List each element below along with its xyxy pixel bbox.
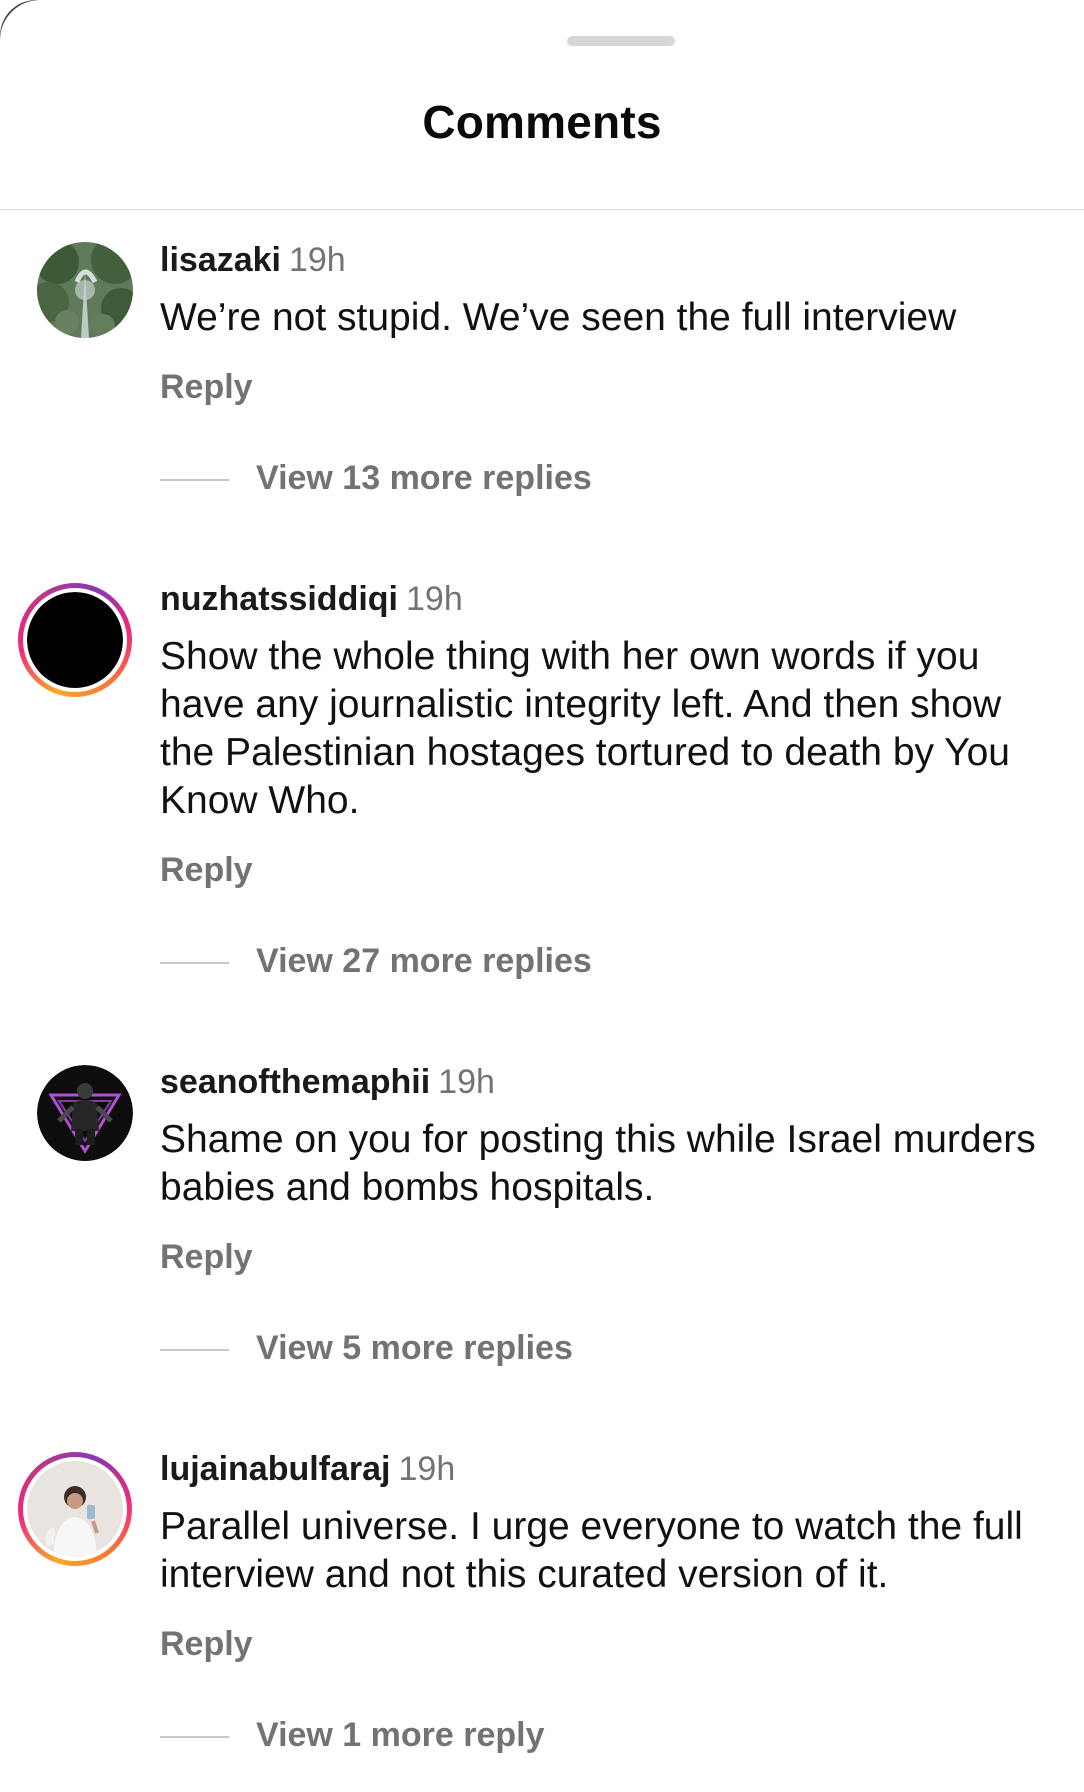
comment-meta: lujainabulfaraj 19h [160,1449,455,1489]
drag-handle[interactable] [567,36,675,46]
avatar[interactable] [37,242,133,338]
username[interactable]: nuzhatssiddiqi [160,580,398,618]
timestamp: 19h [398,1450,456,1488]
view-replies-button[interactable]: View 5 more replies [256,1329,573,1368]
comment-text: Parallel universe. I urge everyone to wa… [160,1505,1023,1596]
replies-divider-line [160,479,229,481]
story-ring[interactable] [18,583,132,697]
avatar [27,1461,123,1557]
person-triangle-icon [37,1065,133,1161]
replies-divider-line [160,1736,229,1738]
page-title: Comments [422,96,662,148]
replies-divider-line [160,1349,229,1351]
comment-meta: seanofthemaphii 19h [160,1062,495,1102]
reply-button[interactable]: Reply [160,1238,253,1277]
username[interactable]: seanofthemaphii [160,1063,430,1101]
black-circle-icon [27,592,123,688]
avatar [27,592,123,688]
timestamp: 19h [288,241,346,279]
reply-button[interactable]: Reply [160,1625,253,1664]
forest-canopy-icon [37,242,133,338]
comment-meta: nuzhatssiddiqi 19h [160,579,463,619]
replies-divider-line [160,962,229,964]
comment-meta: lisazaki 19h [160,240,346,280]
view-replies-button[interactable]: View 13 more replies [256,459,592,498]
reply-button[interactable]: Reply [160,368,253,407]
person-selfie-icon [27,1461,123,1557]
comment-text: Show the whole thing with her own words … [160,635,1010,822]
view-replies-button[interactable]: View 1 more reply [256,1716,545,1755]
timestamp: 19h [406,580,463,618]
reply-button[interactable]: Reply [160,851,253,890]
comment-text: We’re not stupid. We’ve seen the full in… [160,296,957,339]
username[interactable]: lujainabulfaraj [160,1450,391,1488]
timestamp: 19h [438,1063,495,1101]
comments-sheet: Comments lisazaki 19h We’re not stupid. … [0,0,1084,1792]
avatar[interactable] [37,1065,133,1161]
comment-text: Shame on you for posting this while Isra… [160,1118,1036,1209]
view-replies-button[interactable]: View 27 more replies [256,942,592,981]
username[interactable]: lisazaki [160,241,281,279]
story-ring[interactable] [18,1452,132,1566]
header-divider [0,209,1084,210]
